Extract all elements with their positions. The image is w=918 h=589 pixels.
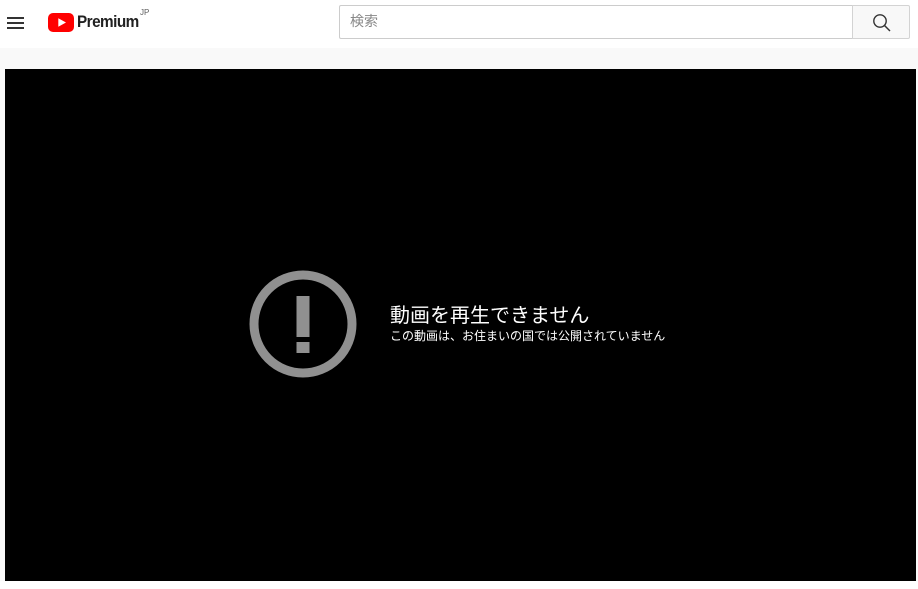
hamburger-menu-icon [7,17,24,19]
search-input[interactable] [340,6,852,38]
video-player[interactable]: 動画を再生できません この動画は、お住まいの国では公開されていません [5,69,916,581]
error-subtitle: この動画は、お住まいの国では公開されていません [390,329,666,343]
player-error-message: 動画を再生できません この動画は、お住まいの国では公開されていません [390,303,665,344]
page-content-below-player [0,581,918,589]
hamburger-menu-icon-bar [7,22,24,24]
masthead: Premium JP [0,0,918,48]
exclamation-circle-icon [249,270,357,378]
search-button[interactable] [852,5,910,39]
logo-region-code: JP [140,8,150,17]
youtube-play-logo-icon [48,12,74,32]
search-box [339,5,852,39]
guide-menu-button[interactable] [5,10,29,34]
youtube-premium-logo[interactable]: Premium [48,11,146,33]
hamburger-menu-icon-bar [7,27,24,29]
logo-text: Premium [77,12,139,31]
error-title: 動画を再生できません [390,303,590,327]
search-icon [873,14,891,32]
